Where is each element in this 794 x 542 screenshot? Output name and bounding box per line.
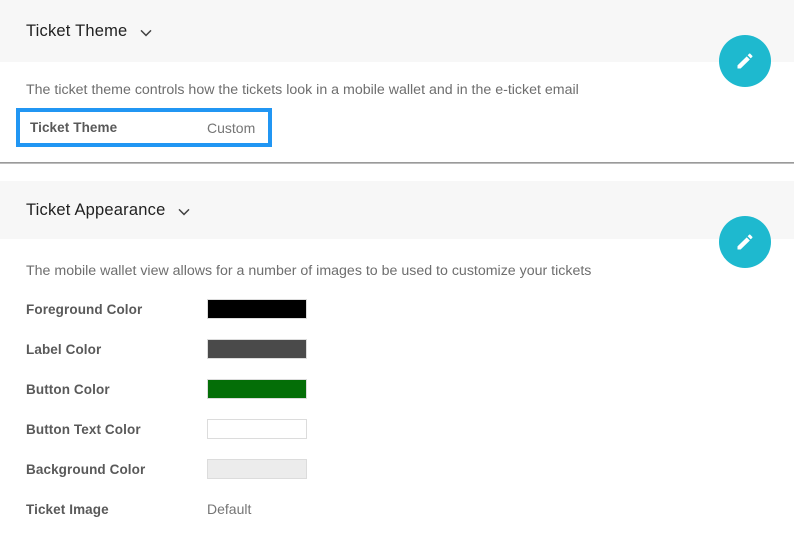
section-title: Ticket Appearance bbox=[26, 201, 165, 220]
row-label: Foreground Color bbox=[26, 302, 207, 317]
row-label: Label Color bbox=[26, 342, 207, 357]
row-label: Ticket Theme bbox=[30, 120, 207, 135]
chevron-down-icon[interactable] bbox=[178, 208, 190, 216]
row-label: Button Text Color bbox=[26, 422, 207, 437]
color-swatch bbox=[207, 459, 307, 479]
section-header-ticket-theme[interactable]: Ticket Theme bbox=[0, 0, 794, 62]
color-swatch bbox=[207, 339, 307, 359]
row-button-text-color: Button Text Color bbox=[0, 409, 794, 449]
row-button-color: Button Color bbox=[0, 369, 794, 409]
row-label: Button Color bbox=[26, 382, 207, 397]
row-foreground-color: Foreground Color bbox=[0, 289, 794, 329]
section-description: The mobile wallet view allows for a numb… bbox=[26, 261, 768, 281]
color-swatch bbox=[207, 419, 307, 439]
edit-ticket-theme-button[interactable] bbox=[719, 35, 771, 87]
section-title: Ticket Theme bbox=[26, 22, 127, 41]
section-description: The ticket theme controls how the ticket… bbox=[26, 80, 768, 100]
pencil-icon bbox=[735, 51, 755, 71]
row-ticket-image: Ticket Image Default bbox=[0, 489, 794, 529]
pencil-icon bbox=[735, 232, 755, 252]
row-label-color: Label Color bbox=[0, 329, 794, 369]
edit-ticket-appearance-button[interactable] bbox=[719, 216, 771, 268]
ticket-theme-row-highlighted[interactable]: Ticket Theme Custom bbox=[16, 108, 272, 147]
section-header-ticket-appearance[interactable]: Ticket Appearance bbox=[0, 181, 794, 239]
ticket-appearance-rows: Foreground Color Label Color Button Colo… bbox=[0, 289, 794, 529]
spacer bbox=[0, 164, 794, 181]
row-label: Ticket Image bbox=[26, 502, 207, 517]
color-swatch bbox=[207, 379, 307, 399]
color-swatch bbox=[207, 299, 307, 319]
row-label: Background Color bbox=[26, 462, 207, 477]
row-background-color: Background Color bbox=[0, 449, 794, 489]
row-value: Custom bbox=[207, 120, 255, 136]
chevron-down-icon[interactable] bbox=[140, 29, 152, 37]
row-value: Default bbox=[207, 501, 251, 517]
